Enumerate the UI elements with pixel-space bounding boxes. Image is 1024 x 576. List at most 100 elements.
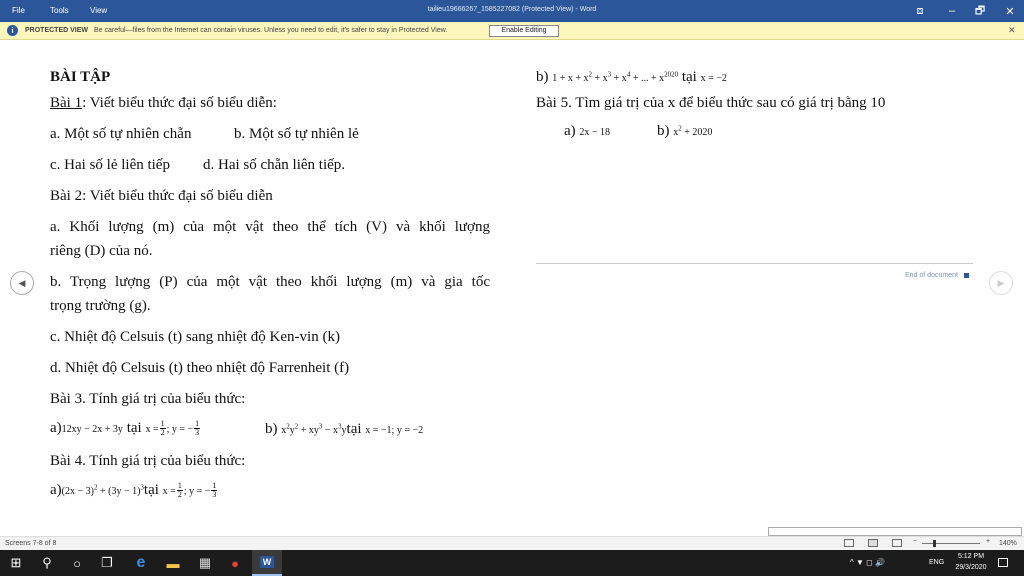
end-of-document-label: End of document — [905, 272, 958, 279]
denominator: 2 — [177, 490, 182, 500]
task-view-icon[interactable]: ❐ — [92, 550, 122, 576]
word-taskbar-button[interactable]: W — [252, 550, 282, 576]
bai4-a: a)(2x − 3)2 + (3y − 1)3tại x = 1 2; y = −1… — [50, 481, 218, 501]
bai5-b-expr: x2 + 2020 — [673, 125, 713, 138]
language-indicator[interactable]: ENG — [929, 559, 944, 566]
end-marker-icon — [963, 272, 969, 278]
expr-part: − x — [322, 425, 339, 436]
bai1-b: b. Một số tự nhiên lẻ — [234, 126, 359, 142]
zoom-level[interactable]: 140% — [999, 540, 1017, 547]
zoom-slider-track[interactable] — [922, 543, 980, 544]
cortana-icon[interactable]: ○ — [62, 550, 92, 576]
window-title: tailieu19666267_1585227082 (Protected Vi… — [427, 6, 597, 13]
expr-part: + (3y − 1) — [97, 486, 141, 497]
search-icon[interactable]: ⚲ — [32, 550, 62, 576]
zoom-in-button[interactable]: + — [986, 538, 990, 545]
zoom-slider-thumb[interactable] — [933, 540, 936, 547]
taskbar: ⊞ ⚲ ○ ❐ e ▬ ▦ ● W ^ ▼ ◻ 🔊 ENG 5:12 PM 29… — [0, 550, 1024, 576]
bai4-a-expr: (2x − 3)2 + (3y − 1)3 — [62, 484, 144, 497]
fraction-one-third: 13 — [211, 482, 218, 500]
enable-editing-button[interactable]: Enable Editing — [489, 25, 559, 37]
maximize-button[interactable]: 🗗 — [964, 0, 996, 22]
denominator: 3 — [195, 428, 200, 438]
bai2-a-line2: riêng (D) của nó. — [50, 243, 153, 259]
next-screen-button[interactable]: ▶ — [989, 271, 1013, 295]
expr-part: + xy — [298, 425, 319, 436]
protected-view-message: Be careful—files from the Internet can c… — [94, 27, 448, 34]
bai3-a-y: ; y = − — [166, 424, 194, 435]
bai1-a: a. Một số tự nhiên chẵn — [50, 126, 192, 142]
system-tray-icons[interactable]: ^ ▼ ◻ 🔊 — [850, 558, 885, 567]
bai5-b-prefix: b) — [657, 123, 670, 139]
status-bar: Screens 7-8 of 8 − + 140% — [0, 536, 1024, 550]
file-explorer-icon[interactable]: ▬ — [158, 550, 188, 576]
bai4-a-prefix: a) — [50, 482, 62, 498]
denominator: 3 — [212, 490, 217, 500]
end-of-document: End of document — [905, 272, 969, 279]
right-b-tai: tại — [681, 69, 697, 85]
bai5-a-prefix: a) — [564, 123, 576, 139]
bai1-d: d. Hai số chẵn liên tiếp. — [203, 157, 346, 173]
title-bar: File Tools View tailieu19666267_15852270… — [0, 0, 1024, 22]
end-divider — [536, 263, 973, 264]
bai5-heading: Bài 5. Tìm giá trị của x để biểu thức sa… — [536, 95, 886, 111]
bai1-label: Bài 1 — [50, 95, 83, 111]
zoom-out-button[interactable]: − — [913, 538, 917, 545]
expr-part: 1 + x + x — [552, 73, 589, 84]
bai2-heading: Bài 2: Viết biểu thức đại số biểu diễn — [50, 188, 273, 204]
clock-date[interactable]: 29/3/2020 — [951, 564, 991, 571]
bai1-c: c. Hai số lẻ liên tiếp — [50, 157, 170, 173]
denominator: 2 — [160, 428, 165, 438]
fraction-one-half: 12 — [176, 482, 183, 500]
bai2-b-line2: trọng trường (g). — [50, 298, 151, 314]
bai3-b: b) x2y2 + xy3 − x3ytại x = −1; y = −2 — [265, 420, 423, 440]
print-layout-icon[interactable] — [868, 539, 878, 547]
horizontal-scrollbar[interactable] — [768, 527, 1022, 536]
bai3-a: a)12xy − 2x + 3y tại x = 1 2; y = −1 3 — [50, 419, 201, 439]
bai3-heading: Bài 3. Tính giá trị của biểu thức: — [50, 391, 246, 407]
screen-count: Screens 7-8 of 8 — [5, 540, 57, 547]
bai4-a-x: x = — [162, 486, 176, 497]
protected-view-bar: i PROTECTED VIEW Be careful—files from t… — [0, 22, 1024, 40]
fraction-one-third: 13 — [194, 420, 201, 438]
chrome-icon[interactable]: ● — [220, 550, 250, 576]
bai1-text: : Viết biểu thức đại số biểu diễn: — [82, 95, 277, 111]
bai3-a-prefix: a) — [50, 420, 62, 436]
right-b: b) 1 + x + x2 + x3 + x4 + ... + x2020 tạ… — [536, 68, 727, 88]
bai3-b-tai: tại — [346, 421, 362, 437]
right-b-cond: x = −2 — [700, 73, 727, 84]
close-icon[interactable]: ✕ — [1008, 25, 1016, 36]
word-icon: W — [259, 556, 275, 568]
app-window: File Tools View tailieu19666267_15852270… — [0, 0, 1024, 576]
bai2-a-line1: a. Khối lượng (m) của một vật theo thể t… — [50, 219, 490, 235]
bai5-a-expr: 2x − 18 — [579, 127, 611, 138]
bai2-b-line1: b. Trọng lượng (P) của một vật theo khối… — [50, 274, 490, 290]
bai3-a-x: x = — [145, 424, 159, 435]
bai5-b: b) x2 + 2020 — [657, 122, 712, 142]
previous-screen-button[interactable]: ◀ — [10, 271, 34, 295]
bai1-line: Bài 1: Viết biểu thức đại số biểu diễn: — [50, 94, 277, 112]
document-area: BÀI TẬP Bài 1: Viết biểu thức đại số biể… — [0, 40, 1024, 526]
web-layout-icon[interactable] — [892, 539, 902, 547]
bai3-a-tai: tại — [126, 420, 142, 436]
heading: BÀI TẬP — [50, 69, 111, 85]
close-button[interactable]: ✕ — [994, 0, 1024, 22]
edge-icon[interactable]: e — [126, 550, 156, 576]
bai5-a: a) 2x − 18 — [564, 122, 610, 142]
read-mode-icon[interactable] — [844, 539, 854, 547]
fraction-one-half: 12 — [159, 420, 166, 438]
expr-part: + ... + x — [630, 73, 665, 84]
restore-icon[interactable]: ⧈ — [904, 0, 936, 22]
right-b-prefix: b) — [536, 69, 549, 85]
right-b-expr: 1 + x + x2 + x3 + x4 + ... + x2020 — [552, 71, 678, 84]
bai2-c: c. Nhiệt độ Celsuis (t) sang nhiệt độ Ke… — [50, 329, 340, 345]
expr-part: + x — [611, 73, 627, 84]
notification-icon[interactable] — [998, 558, 1008, 567]
expr-part: + 2020 — [681, 127, 713, 138]
windows-start-icon[interactable]: ⊞ — [0, 550, 32, 576]
bai4-heading: Bài 4. Tính giá trị của biểu thức: — [50, 453, 246, 469]
store-icon[interactable]: ▦ — [190, 550, 220, 576]
info-icon: i — [7, 25, 18, 36]
clock-time[interactable]: 5:12 PM — [951, 553, 991, 560]
bai3-a-expr: 12xy − 2x + 3y — [61, 424, 123, 435]
